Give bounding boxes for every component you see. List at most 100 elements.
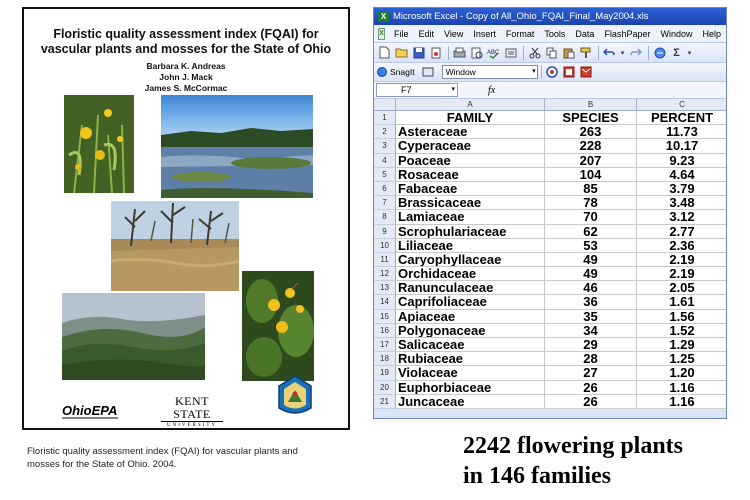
row-header[interactable]: 5 (374, 167, 396, 182)
row-header[interactable]: 18 (374, 352, 396, 367)
menu-flashpaper[interactable]: FlashPaper (599, 25, 655, 43)
cell-family[interactable]: Liliaceae (396, 238, 545, 253)
row-header[interactable]: 10 (374, 238, 396, 253)
cell-percent[interactable]: 2.19 (637, 267, 726, 282)
redo-icon[interactable] (628, 45, 643, 60)
menu-tools[interactable]: Tools (539, 25, 570, 43)
name-box[interactable]: F7 ▾ (376, 83, 458, 97)
cell-percent[interactable]: 1.61 (637, 295, 726, 310)
cell-family[interactable]: Scrophulariaceae (396, 224, 545, 239)
menu-edit[interactable]: Edit (414, 25, 440, 43)
cell-species[interactable]: 46 (545, 281, 637, 296)
cell-percent[interactable]: 3.48 (637, 196, 726, 211)
cell-percent[interactable]: 4.64 (637, 167, 726, 182)
row-header[interactable]: 12 (374, 267, 396, 282)
row-header[interactable]: 21 (374, 394, 396, 409)
cell-family-header[interactable]: FAMILY (396, 111, 545, 126)
excel-titlebar[interactable]: X Microsoft Excel - Copy of All_Ohio_FQA… (374, 8, 726, 25)
cell-species[interactable]: 49 (545, 267, 637, 282)
autosum-dropdown-icon[interactable]: ▾ (686, 45, 693, 60)
cell-percent[interactable]: 9.23 (637, 153, 726, 168)
row-header[interactable]: 9 (374, 224, 396, 239)
select-all-corner[interactable] (374, 99, 396, 111)
cell-species[interactable]: 35 (545, 309, 637, 324)
cell-percent[interactable]: 1.52 (637, 323, 726, 338)
menu-help[interactable]: Help (697, 25, 726, 43)
permission-icon[interactable] (428, 45, 443, 60)
print-icon[interactable] (452, 45, 467, 60)
fx-icon[interactable]: fx (488, 85, 495, 96)
cell-species[interactable]: 85 (545, 181, 637, 197)
cell-percent[interactable]: 1.16 (637, 394, 726, 409)
row-header[interactable]: 3 (374, 139, 396, 154)
print-preview-icon[interactable] (469, 45, 484, 60)
menu-view[interactable]: View (439, 25, 468, 43)
cell-family[interactable]: Caprifoliaceae (396, 295, 545, 310)
cell-species[interactable]: 104 (545, 167, 637, 182)
copy-icon[interactable] (544, 45, 559, 60)
row-header[interactable]: 6 (374, 181, 396, 197)
cell-species[interactable]: 34 (545, 323, 637, 338)
cell-family[interactable]: Asteraceae (396, 125, 545, 140)
cell-percent[interactable]: 2.19 (637, 252, 726, 268)
cell-percent[interactable]: 2.05 (637, 281, 726, 296)
open-icon[interactable] (394, 45, 409, 60)
cell-percent[interactable]: 11.73 (637, 125, 726, 140)
format-painter-icon[interactable] (578, 45, 593, 60)
cell-species[interactable]: 26 (545, 380, 637, 395)
cell-percent[interactable]: 10.17 (637, 139, 726, 154)
cell-species[interactable]: 27 (545, 366, 637, 381)
cell-family[interactable]: Cyperaceae (396, 139, 545, 154)
row-header[interactable]: 7 (374, 196, 396, 211)
column-header-a[interactable]: A (396, 99, 545, 111)
undo-icon[interactable] (602, 45, 617, 60)
cell-family[interactable]: Rosaceae (396, 167, 545, 182)
cell-percent[interactable]: 1.20 (637, 366, 726, 381)
cell-family[interactable]: Orchidaceae (396, 267, 545, 282)
cell-family[interactable]: Apiaceae (396, 309, 545, 324)
cell-percent[interactable]: 1.29 (637, 338, 726, 353)
row-header[interactable]: 20 (374, 380, 396, 395)
cell-species[interactable]: 49 (545, 252, 637, 268)
cell-family[interactable]: Juncaceae (396, 394, 545, 409)
row-header[interactable]: 8 (374, 210, 396, 225)
hyperlink-icon[interactable] (652, 45, 667, 60)
cell-species[interactable]: 26 (545, 394, 637, 409)
cell-family[interactable]: Caryophyllaceae (396, 252, 545, 268)
pdf-icon[interactable] (562, 65, 577, 80)
cell-family[interactable]: Fabaceae (396, 181, 545, 197)
cell-percent[interactable]: 3.79 (637, 181, 726, 197)
row-header[interactable]: 19 (374, 366, 396, 381)
window-dropdown[interactable]: Window ▾ (441, 65, 538, 79)
cell-family[interactable]: Salicaceae (396, 338, 545, 353)
cell-family[interactable]: Lamiaceae (396, 210, 545, 225)
cell-percent-header[interactable]: PERCENT (637, 111, 726, 126)
spelling-icon[interactable]: ABC (486, 45, 501, 60)
column-header-c[interactable]: C (637, 99, 726, 111)
flashpaper-icon[interactable] (545, 65, 560, 80)
cell-family[interactable]: Poaceae (396, 153, 545, 168)
cell-species-header[interactable]: SPECIES (545, 111, 637, 126)
snagit-capture-icon[interactable] (421, 65, 436, 80)
menu-window[interactable]: Window (655, 25, 697, 43)
cell-percent[interactable]: 1.56 (637, 309, 726, 324)
cut-icon[interactable] (527, 45, 542, 60)
cell-species[interactable]: 263 (545, 125, 637, 140)
row-header[interactable]: 17 (374, 338, 396, 353)
cell-species[interactable]: 36 (545, 295, 637, 310)
menu-format[interactable]: Format (501, 25, 540, 43)
cell-species[interactable]: 62 (545, 224, 637, 239)
new-icon[interactable] (377, 45, 392, 60)
cell-percent[interactable]: 2.36 (637, 238, 726, 253)
cell-species[interactable]: 78 (545, 196, 637, 211)
cell-species[interactable]: 28 (545, 352, 637, 367)
cell-species[interactable]: 70 (545, 210, 637, 225)
research-icon[interactable] (503, 45, 518, 60)
cell-family[interactable]: Ranunculaceae (396, 281, 545, 296)
cell-family[interactable]: Brassicaceae (396, 196, 545, 211)
pdf-email-icon[interactable] (579, 65, 594, 80)
cell-family[interactable]: Polygonaceae (396, 323, 545, 338)
menu-data[interactable]: Data (570, 25, 599, 43)
cell-family[interactable]: Violaceae (396, 366, 545, 381)
row-header[interactable]: 16 (374, 323, 396, 338)
